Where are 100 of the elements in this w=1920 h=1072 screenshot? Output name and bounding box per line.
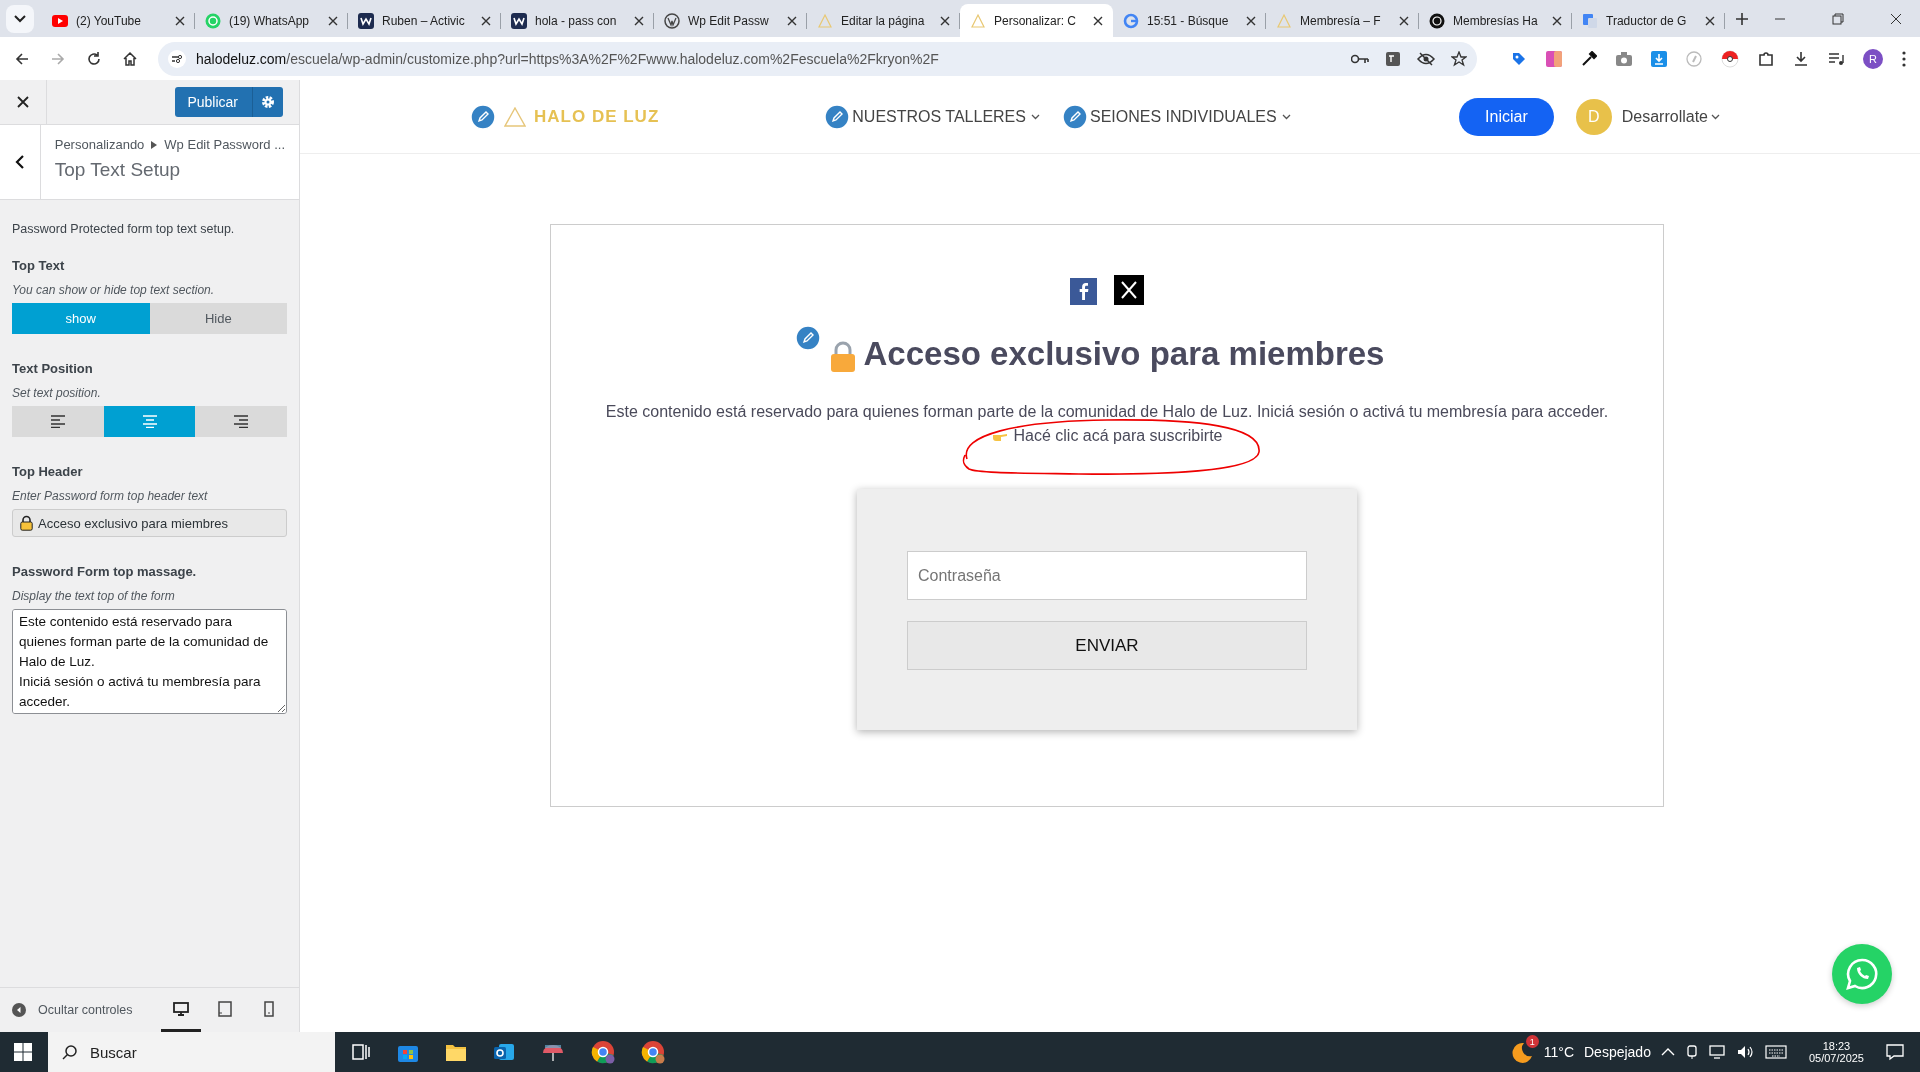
browser-tab[interactable]: Ruben – Activic <box>348 4 501 37</box>
browser-tab[interactable]: 15:51 - Búsque <box>1113 4 1266 37</box>
x-icon[interactable] <box>1114 275 1144 305</box>
browser-tab[interactable]: Wp Edit Passw <box>654 4 807 37</box>
bookmark-star-icon[interactable] <box>1451 50 1467 67</box>
chevron-up-icon[interactable] <box>1660 1047 1675 1057</box>
browser-tab[interactable]: (19) WhatsApp <box>195 4 348 37</box>
browser-tab[interactable]: Traductor de G <box>1572 4 1725 37</box>
close-icon[interactable] <box>175 15 185 26</box>
clock-time[interactable]: 18:23 <box>1822 1040 1851 1052</box>
align-left-button[interactable] <box>12 406 104 437</box>
restore-icon[interactable] <box>1832 12 1844 25</box>
menu-icon[interactable] <box>1902 50 1906 67</box>
close-icon[interactable] <box>1552 15 1562 26</box>
facebook-icon[interactable] <box>1070 278 1097 305</box>
search-icon <box>62 1044 78 1060</box>
publish-settings-button[interactable] <box>252 87 283 117</box>
close-icon[interactable] <box>634 15 644 26</box>
browser-tab[interactable]: Personalizar: C <box>960 4 1113 37</box>
close-icon[interactable] <box>1093 15 1103 26</box>
browser-tab[interactable]: (2) YouTube <box>42 4 195 37</box>
back-icon[interactable] <box>14 50 30 67</box>
key-icon[interactable] <box>1351 52 1369 65</box>
media-queue-icon[interactable] <box>1828 51 1844 66</box>
lock-icon <box>829 341 856 373</box>
user-menu[interactable]: Desarrollate <box>1621 107 1720 126</box>
control-hint: Enter Password form top header text <box>12 489 209 503</box>
header-text-field[interactable]: Acceso exclusivo para miembres <box>12 509 287 537</box>
moon-icon[interactable] <box>1509 1040 1534 1064</box>
close-icon[interactable] <box>940 15 950 26</box>
nav-menu-item[interactable]: NUESTROS TALLERES <box>852 107 1040 126</box>
gradient-square-icon[interactable] <box>1546 50 1562 67</box>
nav-menu-item[interactable]: SEIONES INDIVIDUALES <box>1089 107 1291 126</box>
breadcrumb-text: Personalizando <box>54 137 145 152</box>
browser-tab[interactable]: hola - pass con <box>501 4 654 37</box>
desktop-icon <box>173 1000 189 1017</box>
tab-search-button[interactable] <box>6 4 34 33</box>
close-icon[interactable] <box>1246 15 1256 26</box>
network-icon[interactable] <box>1708 1044 1727 1060</box>
close-icon[interactable] <box>787 15 797 26</box>
device-icon[interactable] <box>1684 1044 1699 1060</box>
close-icon[interactable] <box>1399 15 1409 26</box>
close-icon[interactable] <box>481 15 491 26</box>
keyboard-icon[interactable] <box>1764 1045 1787 1059</box>
new-tab-icon[interactable] <box>1735 11 1749 26</box>
control-hint: You can show or hide top text section. <box>12 283 216 297</box>
eye-slash-icon[interactable] <box>1417 51 1435 66</box>
login-button[interactable]: Iniciar <box>1459 97 1554 136</box>
mail-app-icon[interactable] <box>493 1041 515 1063</box>
chrome-icon[interactable] <box>591 1040 615 1064</box>
browser-tab[interactable]: Editar la página <box>807 4 960 37</box>
submit-button[interactable]: ENVIAR <box>907 621 1307 670</box>
favicon-icon <box>664 12 680 29</box>
browser-tab[interactable]: Membresía – F <box>1266 4 1419 37</box>
edit-shortcut-icon[interactable] <box>470 103 496 130</box>
puzzle-icon[interactable] <box>1758 50 1774 67</box>
close-icon[interactable] <box>17 96 29 108</box>
edit-shortcut-icon[interactable] <box>794 325 821 351</box>
hide-controls-button[interactable]: Ocultar controles <box>12 1003 133 1017</box>
profile-avatar[interactable]: R <box>1863 48 1883 69</box>
site-settings-icon[interactable] <box>168 49 186 68</box>
close-icon[interactable] <box>1705 15 1715 26</box>
clock-date[interactable]: 05/07/2025 <box>1808 1052 1864 1064</box>
align-right-icon <box>233 415 250 428</box>
reload-icon[interactable] <box>86 50 102 67</box>
home-icon[interactable] <box>122 50 138 67</box>
whatsapp-icon <box>1844 956 1880 992</box>
gear-icon <box>261 95 275 109</box>
taskbar-search-field[interactable]: Buscar <box>48 1032 335 1072</box>
control-hint: Set text position. <box>12 386 102 400</box>
edit-shortcut-icon[interactable] <box>824 103 851 130</box>
download-box-icon[interactable] <box>1651 50 1667 67</box>
tag-icon[interactable] <box>1511 50 1527 67</box>
close-icon[interactable] <box>328 15 338 26</box>
breadcrumb-text: Wp Edit Password ... <box>164 137 285 152</box>
notification-icon[interactable] <box>1886 1043 1904 1061</box>
publish-button[interactable]: Publicar <box>175 87 252 117</box>
browser-tab[interactable]: Membresías Ha <box>1419 4 1572 37</box>
align-right-button[interactable] <box>195 406 287 437</box>
toggle-option[interactable]: Hide <box>149 303 287 334</box>
folder-icon[interactable] <box>445 1042 467 1062</box>
notification-badge: 1 <box>1525 1035 1539 1048</box>
tablet-icon <box>217 1000 233 1017</box>
pokeball-icon[interactable] <box>1721 49 1739 68</box>
control-label: Top Header <box>12 464 84 479</box>
collapse-icon <box>12 1003 26 1017</box>
volume-icon[interactable] <box>1736 1044 1755 1060</box>
translate-icon[interactable] <box>1385 50 1401 67</box>
eyedropper-icon[interactable] <box>1581 50 1597 67</box>
edit-shortcut-icon[interactable] <box>1061 103 1088 130</box>
download-icon[interactable] <box>1793 50 1809 67</box>
message-textarea[interactable]: Este contenido está reservado para quienes forman parte de la comunidad de Halo de Luz. Iniciá sesión o activá tu membresía para acceder. <box>12 609 287 714</box>
camera-icon[interactable] <box>1616 51 1632 66</box>
subscribe-link[interactable]: Hacé clic acá para suscribirte <box>991 427 1223 445</box>
close-icon[interactable] <box>1890 12 1902 25</box>
windows-start-icon[interactable] <box>14 1043 32 1061</box>
chrome-icon[interactable] <box>641 1040 665 1064</box>
address-bar[interactable]: halodeluz.com/escuela/wp-admin/customize.php?url=https%3A%2F%2Fwww.halodeluz.com%2Fescuela%2Fkryon%2F <box>158 41 1477 76</box>
task-view-icon[interactable] <box>351 1042 371 1062</box>
password-field[interactable]: Contraseña <box>907 551 1307 600</box>
